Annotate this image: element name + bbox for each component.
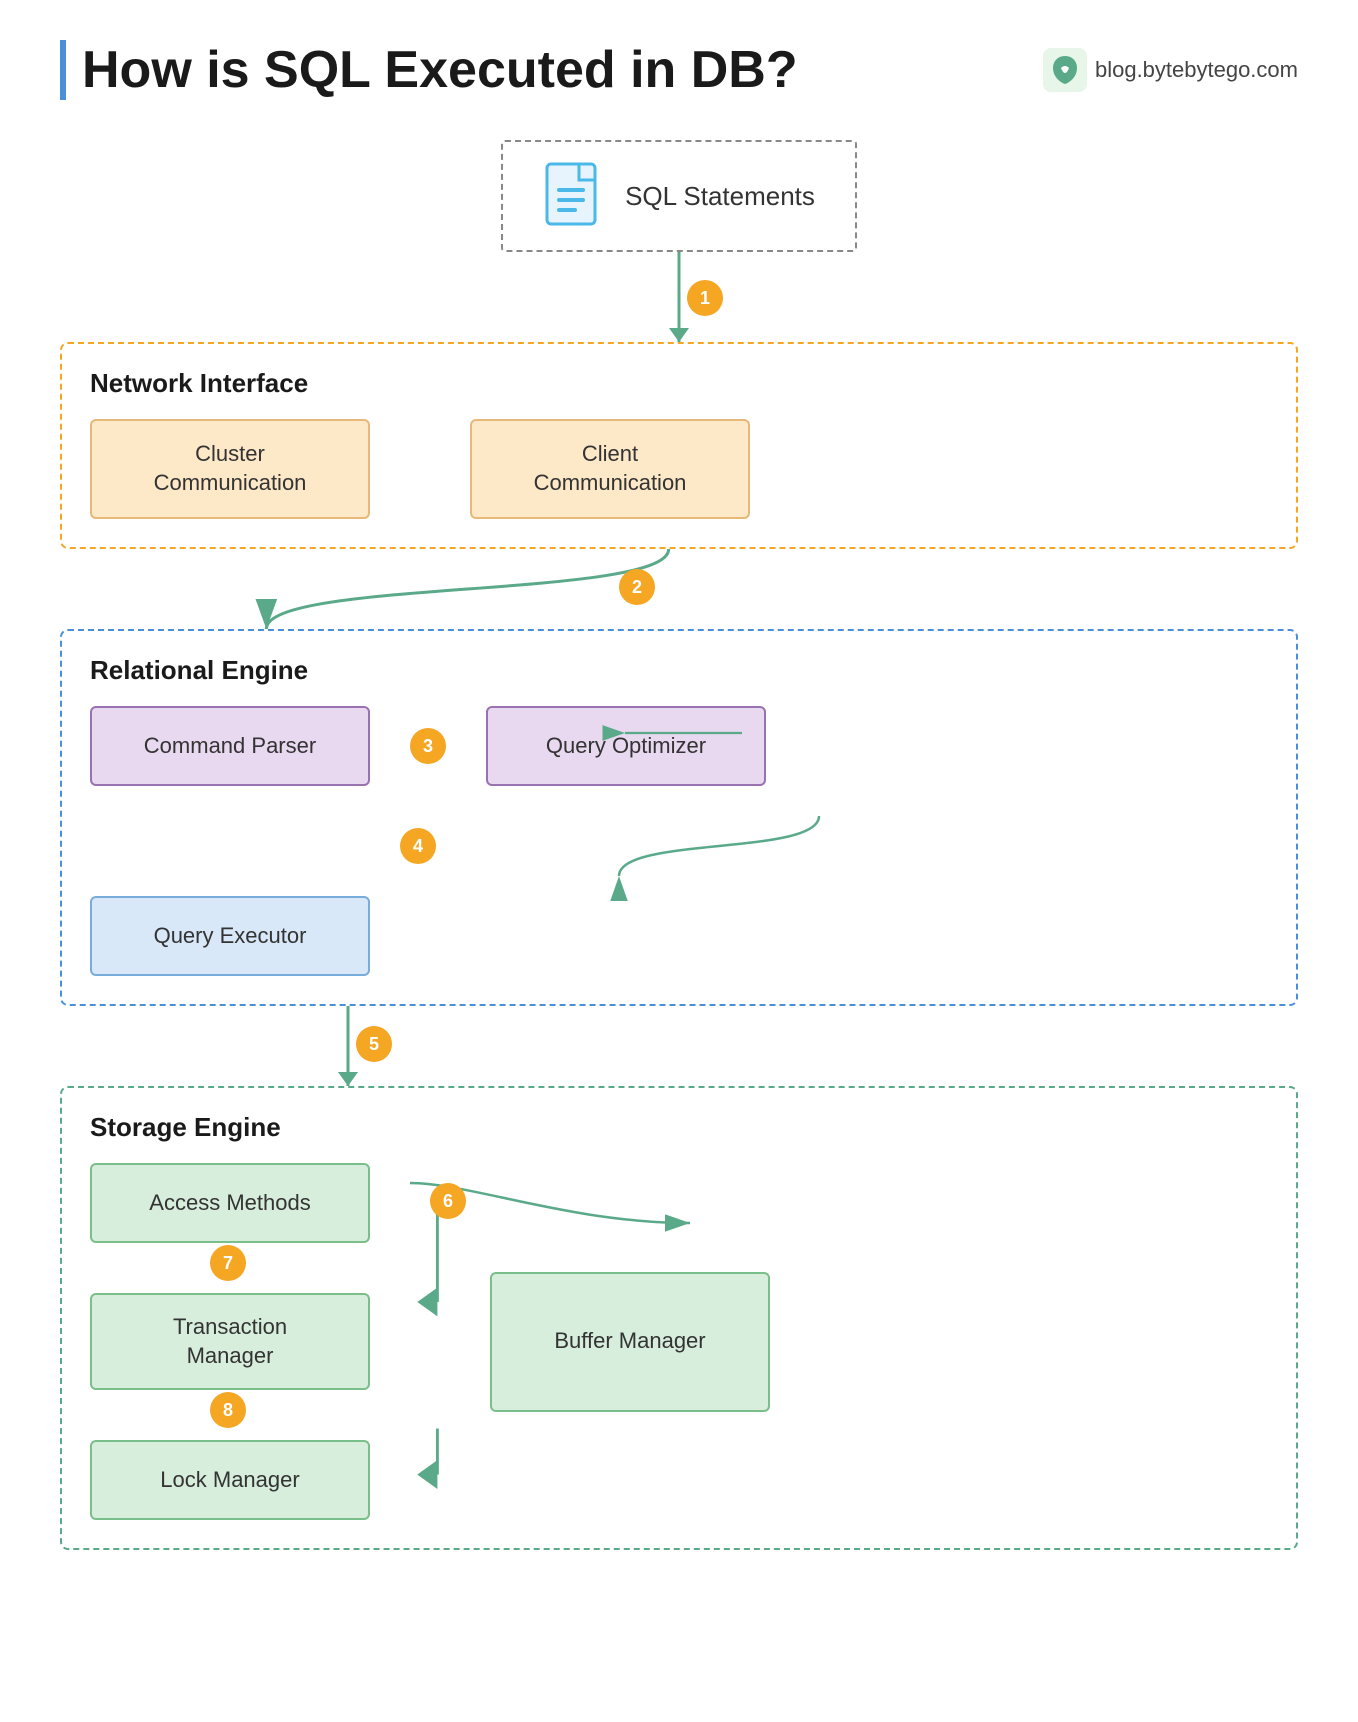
network-label: Network Interface: [90, 368, 1268, 399]
main-diagram: SQL Statements 1 Network Interface Clust…: [60, 140, 1298, 1550]
buffer-manager-label: Buffer Manager: [554, 1327, 705, 1356]
sql-document-icon: [543, 160, 607, 232]
badge-1: 1: [687, 280, 723, 316]
badge-6: 6: [430, 1183, 466, 1219]
arrow-1-head: [669, 328, 689, 342]
relational-content: Command Parser 3 Query Optimizer: [90, 706, 1268, 976]
storage-label: Storage Engine: [90, 1112, 1268, 1143]
page-header: How is SQL Executed in DB? blog.bytebyte…: [60, 40, 1298, 100]
arrow-qo-to-qe: [90, 816, 1268, 876]
curved-arrow-svg: [60, 549, 1298, 629]
arrow-5-section: 5: [60, 1006, 1298, 1086]
cluster-comm-label: ClusterCommunication: [154, 440, 307, 497]
storage-right-col: 6 Buffer Manager: [490, 1163, 770, 1520]
query-executor-box: Query Executor: [90, 896, 370, 976]
brand-text: blog.bytebytego.com: [1095, 57, 1298, 83]
buffer-manager-box: Buffer Manager: [490, 1272, 770, 1412]
connector-network-relational: 2: [60, 549, 1298, 629]
badge-5: 5: [356, 1026, 392, 1062]
arrow-am-to-bm: [410, 1123, 810, 1283]
badge-8-spacer: 8: [90, 1410, 370, 1420]
badge-3: 3: [410, 728, 446, 764]
transaction-manager-box: TransactionManager: [90, 1293, 370, 1390]
relational-engine-section: Relational Engine Command Parser 3 Query…: [60, 629, 1298, 1006]
badge-4: 4: [400, 828, 436, 864]
query-optimizer-box: Query Optimizer: [486, 706, 766, 786]
storage-row: Access Methods 7 TransactionManager 8: [90, 1163, 1268, 1520]
brand-logo: blog.bytebytego.com: [1043, 48, 1298, 92]
client-communication-box: ClientCommunication: [470, 419, 750, 519]
command-parser-label: Command Parser: [144, 732, 316, 761]
sql-statements-wrapper: SQL Statements: [60, 140, 1298, 252]
lock-manager-box: Lock Manager: [90, 1440, 370, 1520]
storage-engine-section: Storage Engine Access Methods 7 Transact…: [60, 1086, 1298, 1550]
relational-label: Relational Engine: [90, 655, 1268, 686]
sql-label: SQL Statements: [625, 181, 815, 212]
arrow-5-head: [338, 1072, 358, 1086]
query-executor-label: Query Executor: [154, 922, 307, 951]
brand-icon: [1043, 48, 1087, 92]
badge-2: 2: [619, 569, 655, 605]
network-interface-section: Network Interface ClusterCommunication C…: [60, 342, 1298, 549]
query-optimizer-label: Query Optimizer: [546, 732, 706, 761]
badge-8: 8: [210, 1392, 246, 1428]
access-methods-box: Access Methods: [90, 1163, 370, 1243]
badge-7: 7: [210, 1245, 246, 1281]
transaction-manager-label: TransactionManager: [173, 1313, 287, 1370]
lock-manager-label: Lock Manager: [160, 1466, 299, 1495]
badge-7-spacer: 7: [90, 1263, 370, 1273]
network-components-row: ClusterCommunication ClientCommunication: [90, 419, 1268, 519]
arrow-1-section: 1: [60, 252, 1298, 342]
access-methods-label: Access Methods: [149, 1189, 310, 1218]
relational-top-row: Command Parser 3 Query Optimizer: [90, 706, 1268, 796]
arrow-4-section: 4: [90, 816, 1268, 876]
storage-left-col: Access Methods 7 TransactionManager 8: [90, 1163, 370, 1520]
page-title: How is SQL Executed in DB?: [82, 40, 798, 100]
client-comm-label: ClientCommunication: [534, 440, 687, 497]
command-parser-box: Command Parser: [90, 706, 370, 786]
cluster-communication-box: ClusterCommunication: [90, 419, 370, 519]
sql-box: SQL Statements: [501, 140, 857, 252]
